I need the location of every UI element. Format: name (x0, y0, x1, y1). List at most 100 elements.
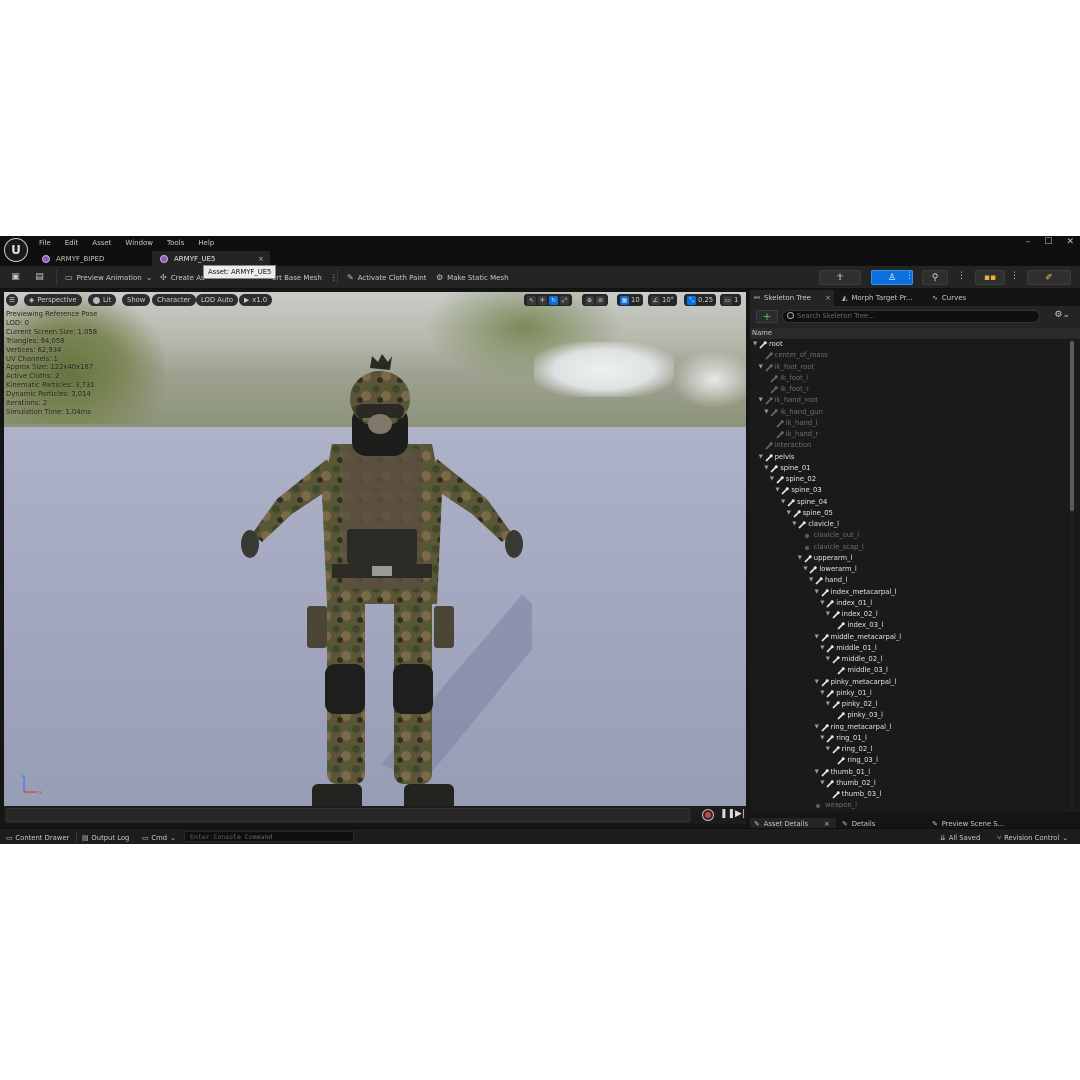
preview-viewport[interactable]: ☰ ◈ Perspective Lit Show Character LOD A… (4, 292, 746, 806)
rotate-icon[interactable]: ↻ (549, 295, 558, 305)
expand-arrow-icon[interactable]: ▼ (759, 362, 763, 373)
skeleton-tree-row[interactable]: clavicle_out_l (750, 530, 1068, 541)
expand-arrow-icon[interactable]: ▼ (759, 395, 763, 406)
skeleton-tree-row[interactable]: ▼ spine_05 (750, 508, 1068, 519)
skeleton-tree-row[interactable]: ▼ clavicle_l (750, 519, 1068, 530)
rotate-snap-button[interactable]: ∠ 10° (648, 294, 678, 306)
menu-help[interactable]: Help (191, 237, 221, 249)
unreal-logo-icon[interactable]: U (4, 238, 28, 262)
skeleton-search-input[interactable]: Search Skeleton Tree... (782, 310, 1040, 323)
translate-icon[interactable]: ✛ (538, 295, 547, 305)
skeleton-tree-row[interactable]: ▼ spine_02 (750, 474, 1068, 485)
import-base-mesh-button[interactable]: ort Base Mesh ⋮ (269, 270, 341, 285)
skeleton-tree-row[interactable]: ▼ middle_02_l (750, 654, 1068, 665)
activate-cloth-paint-button[interactable]: ✎ Activate Cloth Paint (344, 270, 429, 285)
skeleton-tree-row[interactable]: ▼ hand_l (750, 575, 1068, 586)
skeleton-tree-row[interactable]: middle_03_l (750, 665, 1068, 676)
expand-arrow-icon[interactable]: ▼ (781, 497, 785, 508)
skeleton-tree-row[interactable]: interaction (750, 440, 1068, 451)
skeleton-tree-row[interactable]: ▼ index_metacarpal_l (750, 587, 1068, 598)
tab-morph-target[interactable]: ◭ Morph Target Pr... (838, 290, 913, 306)
skeleton-tree-row[interactable]: index_03_l (750, 620, 1068, 631)
close-window-icon[interactable]: ✕ (1066, 237, 1074, 247)
lit-button[interactable]: Lit (88, 294, 117, 306)
skeleton-tree-row[interactable]: ▼ pinky_01_l (750, 688, 1068, 699)
expand-arrow-icon[interactable]: ▼ (759, 452, 763, 463)
pause-icon[interactable]: ❚❚ (720, 809, 735, 819)
skeleton-tree-row[interactable]: center_of_mass (750, 350, 1068, 361)
skeleton-tree-row[interactable]: ▼ ring_01_l (750, 733, 1068, 744)
expand-arrow-icon[interactable]: ▼ (820, 643, 824, 654)
skeleton-tree-row[interactable]: ▼ thumb_01_l (750, 767, 1068, 778)
skeleton-tree-row[interactable]: ▼ index_02_l (750, 609, 1068, 620)
skeleton-tree-row[interactable]: ▼ spine_01 (750, 463, 1068, 474)
skeleton-tree-row[interactable]: ▼ ik_hand_root (750, 395, 1068, 406)
skeleton-tree-row[interactable]: ▼ pinky_metacarpal_l (750, 677, 1068, 688)
coordinate-space-button[interactable]: ⊕ ⊘ (582, 294, 608, 306)
expand-arrow-icon[interactable]: ▼ (815, 632, 819, 643)
skeleton-tree-row[interactable]: ik_foot_l (750, 373, 1068, 384)
expand-arrow-icon[interactable]: ▼ (809, 575, 813, 586)
skeleton-tree-row[interactable]: ▼ pinky_02_l (750, 699, 1068, 710)
preview-animation-button[interactable]: ▭ Preview Animation ⌄ (62, 270, 155, 285)
more-options-icon[interactable]: ⋮ (1010, 271, 1019, 281)
make-static-mesh-button[interactable]: ⚙ Make Static Mesh (433, 270, 512, 285)
menu-tools[interactable]: Tools (160, 237, 191, 249)
all-saved-button[interactable]: ⇊ All Saved (940, 832, 980, 843)
expand-arrow-icon[interactable]: ▼ (826, 609, 830, 620)
show-button[interactable]: Show (122, 294, 151, 306)
scrollbar-thumb[interactable] (1070, 341, 1074, 511)
settings-gear-icon[interactable]: ⚙⌄ (1054, 310, 1070, 320)
close-tab-icon[interactable]: × (824, 820, 830, 828)
expand-arrow-icon[interactable]: ▼ (820, 733, 824, 744)
skeleton-tree-row[interactable]: thumb_03_l (750, 789, 1068, 800)
tab-skeleton-tree[interactable]: ⚯ Skeleton Tree × (750, 290, 834, 306)
maximize-icon[interactable]: ☐ (1044, 237, 1052, 247)
expand-arrow-icon[interactable]: ▼ (826, 699, 830, 710)
skeleton-tree-row[interactable]: ring_03_l (750, 755, 1068, 766)
expand-arrow-icon[interactable]: ▼ (820, 778, 824, 789)
skeleton-tree-row[interactable]: ik_hand_l (750, 418, 1068, 429)
skeleton-tree-row[interactable]: clavicle_scap_l (750, 542, 1068, 553)
output-log-button[interactable]: ▤ Output Log (82, 832, 129, 843)
skeleton-tree-row[interactable]: ik_foot_r (750, 384, 1068, 395)
skeleton-tree-row[interactable]: ▼ middle_metacarpal_l (750, 632, 1068, 643)
save-icon[interactable]: ▣ (9, 271, 22, 283)
tab-armyf-biped[interactable]: ARMYF_BIPED (34, 251, 152, 266)
expand-arrow-icon[interactable]: ▼ (820, 688, 824, 699)
skeleton-tree-row[interactable]: ▼ thumb_02_l (750, 778, 1068, 789)
viewport-menu-button[interactable]: ☰ (6, 294, 19, 306)
expand-arrow-icon[interactable]: ▼ (815, 767, 819, 778)
skeleton-tree-row[interactable]: pinky_03_l (750, 710, 1068, 721)
close-tab-icon[interactable]: × (825, 294, 831, 302)
cmd-dropdown[interactable]: ▭ Cmd ⌄ (142, 832, 176, 843)
expand-arrow-icon[interactable]: ▼ (826, 654, 830, 665)
expand-arrow-icon[interactable]: ▼ (815, 677, 819, 688)
lod-button[interactable]: LOD Auto (196, 294, 239, 306)
expand-arrow-icon[interactable]: ▼ (764, 407, 768, 418)
skeleton-tree-row[interactable]: ▼ spine_04 (750, 497, 1068, 508)
skeleton-tree-row[interactable]: ▼ ik_hand_gun (750, 407, 1068, 418)
skeleton-tree-row[interactable]: ▼ upperarm_l (750, 553, 1068, 564)
console-command-input[interactable]: Enter Console Command (184, 831, 354, 842)
more-options-icon[interactable]: ⋮ (957, 271, 966, 281)
expand-arrow-icon[interactable]: ▼ (798, 553, 802, 564)
expand-arrow-icon[interactable]: ▼ (764, 463, 768, 474)
skeleton-tree-row[interactable]: ▼ middle_01_l (750, 643, 1068, 654)
skeleton-tree-row[interactable]: ▼ lowerarm_l (750, 564, 1068, 575)
content-drawer-button[interactable]: ▭ Content Drawer (6, 832, 69, 843)
menu-asset[interactable]: Asset (85, 237, 118, 249)
character-model[interactable] (232, 344, 532, 806)
forward-icon[interactable]: ▶| (735, 809, 745, 819)
play-speed-button[interactable]: ▶ x1.0 (239, 294, 273, 306)
skeleton-tree-row[interactable]: ▼ root (750, 339, 1068, 350)
expand-arrow-icon[interactable]: ▼ (820, 598, 824, 609)
blueprint-mode-button[interactable]: ▪▪ (975, 270, 1005, 285)
timeline-track[interactable] (6, 808, 690, 822)
camera-speed-button[interactable]: ▭ 1 (720, 294, 742, 306)
expand-arrow-icon[interactable]: ▼ (787, 508, 791, 519)
scale-icon[interactable]: ⤢ (560, 295, 569, 305)
record-button[interactable] (702, 809, 714, 821)
select-icon[interactable]: ↖ (527, 295, 536, 305)
perspective-button[interactable]: ◈ Perspective (24, 294, 82, 306)
